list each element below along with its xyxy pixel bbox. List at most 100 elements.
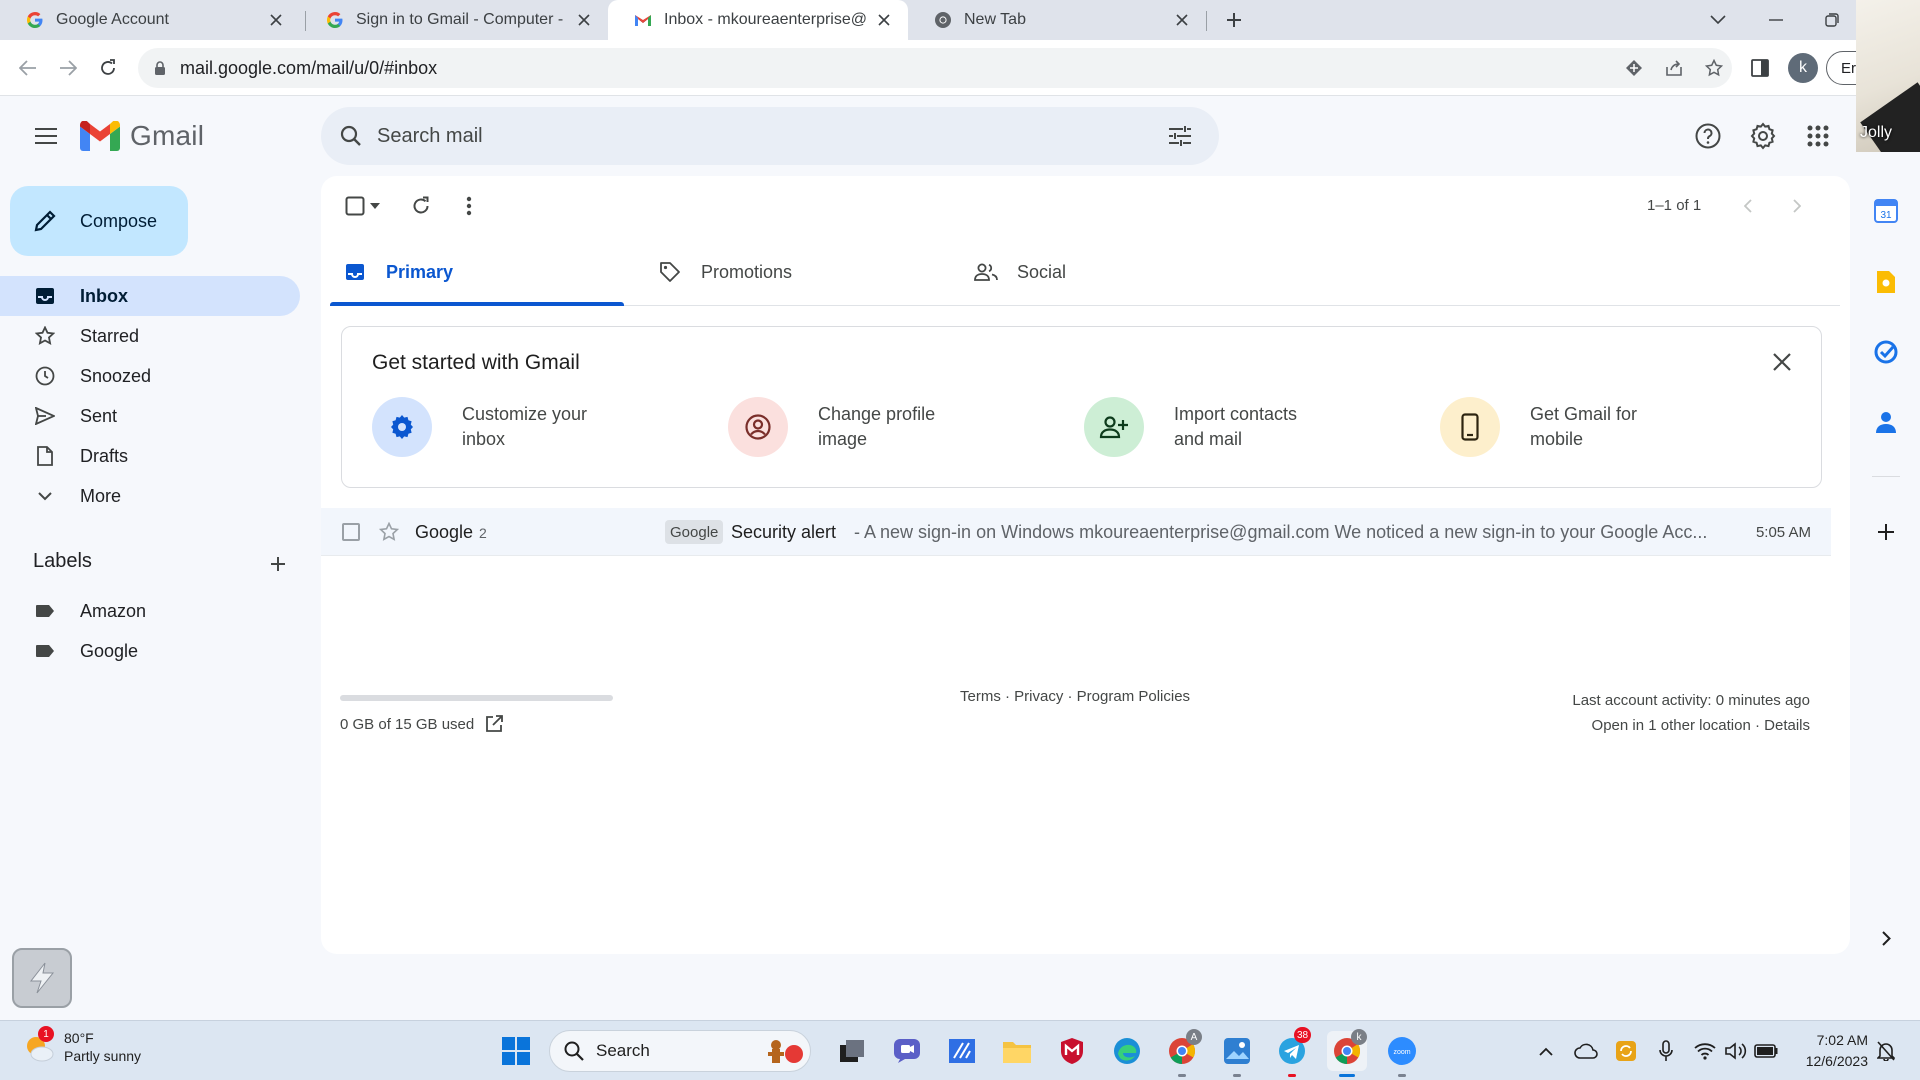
label-icon (33, 639, 57, 663)
apps-grid-icon[interactable] (1800, 118, 1836, 154)
onedrive-cloud-icon[interactable] (1572, 1037, 1600, 1065)
more-options-icon[interactable] (453, 190, 485, 222)
notification-bell-icon[interactable] (1872, 1037, 1900, 1065)
activity-details-link[interactable]: Open in 1 other location · Details (1572, 713, 1810, 738)
battery-icon[interactable] (1752, 1037, 1780, 1065)
tab-primary[interactable]: Primary (342, 238, 453, 306)
browser-tab[interactable]: New Tab (908, 0, 1206, 40)
search-bar[interactable] (321, 107, 1219, 165)
sidebar-item-starred[interactable]: Starred (0, 316, 300, 356)
help-icon[interactable] (1690, 118, 1726, 154)
zoom-icon[interactable]: zoom (1382, 1031, 1422, 1077)
browser-tab-strip: Google Account Sign in to Gmail - Comput… (0, 0, 1920, 40)
reload-icon[interactable] (90, 50, 126, 86)
sidebar-item-label: Drafts (80, 445, 129, 466)
close-icon[interactable] (266, 10, 286, 30)
lock-icon[interactable] (150, 58, 170, 78)
create-label-plus-icon[interactable] (264, 550, 292, 578)
calendar-icon[interactable]: 31 (1870, 195, 1902, 227)
weather-widget[interactable]: 1 80°F Partly sunny (22, 1026, 141, 1065)
show-hidden-icons-chevron-icon[interactable] (1532, 1037, 1560, 1065)
restore-icon[interactable] (1816, 4, 1848, 36)
refresh-icon[interactable] (405, 190, 437, 222)
notes-app-icon[interactable] (942, 1031, 982, 1071)
sidebar-label-amazon[interactable]: Amazon (0, 591, 300, 631)
sidebar-item-sent[interactable]: Sent (0, 396, 300, 436)
gmail-icon (634, 11, 652, 29)
sync-icon[interactable] (1612, 1037, 1640, 1065)
search-options-icon[interactable] (1165, 121, 1195, 151)
edge-browser-icon[interactable] (1107, 1031, 1147, 1071)
import-contacts-item[interactable]: Import contacts and mail (1084, 397, 1344, 457)
close-icon[interactable] (1767, 347, 1797, 377)
telegram-icon[interactable]: 38 (1272, 1027, 1312, 1077)
chrome-profile-a-icon[interactable]: A (1162, 1029, 1202, 1077)
minimize-icon[interactable] (1760, 4, 1792, 36)
email-row[interactable]: Google 2 Google Security alert - A new si… (321, 508, 1831, 556)
forward-arrow-icon[interactable] (50, 50, 86, 86)
close-icon[interactable] (574, 10, 594, 30)
chrome-profile-k-icon[interactable]: k (1327, 1029, 1367, 1077)
star-icon[interactable] (377, 520, 401, 544)
drive-install-icon[interactable] (1624, 58, 1644, 78)
contacts-icon[interactable] (1870, 406, 1902, 438)
tab-search-chevron-icon[interactable] (1702, 4, 1734, 36)
volume-icon[interactable] (1722, 1037, 1750, 1065)
chevron-right-icon[interactable] (1781, 190, 1813, 222)
address-bar[interactable]: mail.google.com/mail/u/0/#inbox (138, 48, 1732, 88)
sidebar-item-label: Starred (80, 325, 140, 346)
gmail-logo[interactable]: Gmail (80, 120, 204, 152)
browser-tab[interactable]: Sign in to Gmail - Computer - G (300, 0, 608, 40)
close-icon[interactable] (874, 10, 894, 30)
task-view-icon[interactable] (832, 1031, 872, 1071)
svg-text:zoom: zoom (1393, 1049, 1410, 1056)
new-tab-button[interactable] (1218, 4, 1250, 36)
app-shortcut-icon[interactable] (12, 948, 72, 1008)
change-profile-image-item[interactable]: Change profile image (728, 397, 988, 457)
chevron-left-icon[interactable] (1732, 190, 1764, 222)
photos-app-icon[interactable] (1217, 1031, 1257, 1077)
bookmark-star-icon[interactable] (1704, 58, 1724, 78)
sidebar-item-inbox[interactable]: Inbox (0, 276, 300, 316)
customize-inbox-item[interactable]: Customize your inbox (372, 397, 632, 457)
sidebar-item-drafts[interactable]: Drafts (0, 436, 300, 476)
chevron-down-icon (33, 484, 57, 508)
open-in-new-icon[interactable] (484, 714, 504, 734)
browser-tab[interactable]: Google Account (0, 0, 300, 40)
get-gmail-mobile-item[interactable]: Get Gmail for mobile (1440, 397, 1700, 457)
video-call-overlay[interactable]: Jolly (1856, 0, 1920, 152)
wifi-icon[interactable] (1691, 1037, 1719, 1065)
email-checkbox[interactable] (342, 523, 360, 541)
tab-social[interactable]: Social (973, 238, 1066, 306)
keep-notes-icon[interactable] (1870, 266, 1902, 298)
profile-avatar[interactable]: k (1788, 53, 1818, 83)
tab-promotions[interactable]: Promotions (657, 238, 792, 306)
browser-tab-active[interactable]: Inbox - mkoureaenterprise@gm (608, 0, 908, 40)
back-arrow-icon[interactable] (10, 50, 46, 86)
main-menu-icon[interactable] (28, 118, 64, 154)
windows-start-icon[interactable] (496, 1031, 536, 1071)
select-dropdown-icon[interactable] (365, 190, 385, 222)
system-clock[interactable]: 7:02 AM 12/6/2023 (1788, 1030, 1868, 1072)
tasks-icon[interactable] (1870, 336, 1902, 368)
get-addons-plus-icon[interactable] (1870, 516, 1902, 548)
search-icon[interactable] (337, 122, 365, 150)
share-icon[interactable] (1664, 58, 1684, 78)
chevron-right-icon[interactable] (1870, 922, 1902, 954)
label-chip[interactable]: Google (665, 520, 724, 544)
microphone-icon[interactable] (1652, 1037, 1680, 1065)
search-input[interactable] (377, 124, 1137, 148)
mcafee-shield-icon[interactable] (1052, 1031, 1092, 1071)
sidebar-item-more[interactable]: More (0, 476, 300, 516)
compose-button[interactable]: Compose (10, 186, 188, 256)
sidebar-label-google[interactable]: Google (0, 631, 300, 671)
side-panel-icon[interactable] (1742, 50, 1778, 86)
footer-links[interactable]: Terms · Privacy · Program Policies (960, 688, 1190, 705)
teams-chat-icon[interactable] (887, 1031, 927, 1071)
taskbar-search[interactable]: Search (549, 1030, 811, 1072)
close-icon[interactable] (1172, 10, 1192, 30)
sidebar-item-snoozed[interactable]: Snoozed (0, 356, 300, 396)
windows-taskbar: 1 80°F Partly sunny Search A 38 k zoom 7… (0, 1020, 1920, 1080)
settings-gear-icon[interactable] (1745, 118, 1781, 154)
file-explorer-icon[interactable] (997, 1031, 1037, 1071)
